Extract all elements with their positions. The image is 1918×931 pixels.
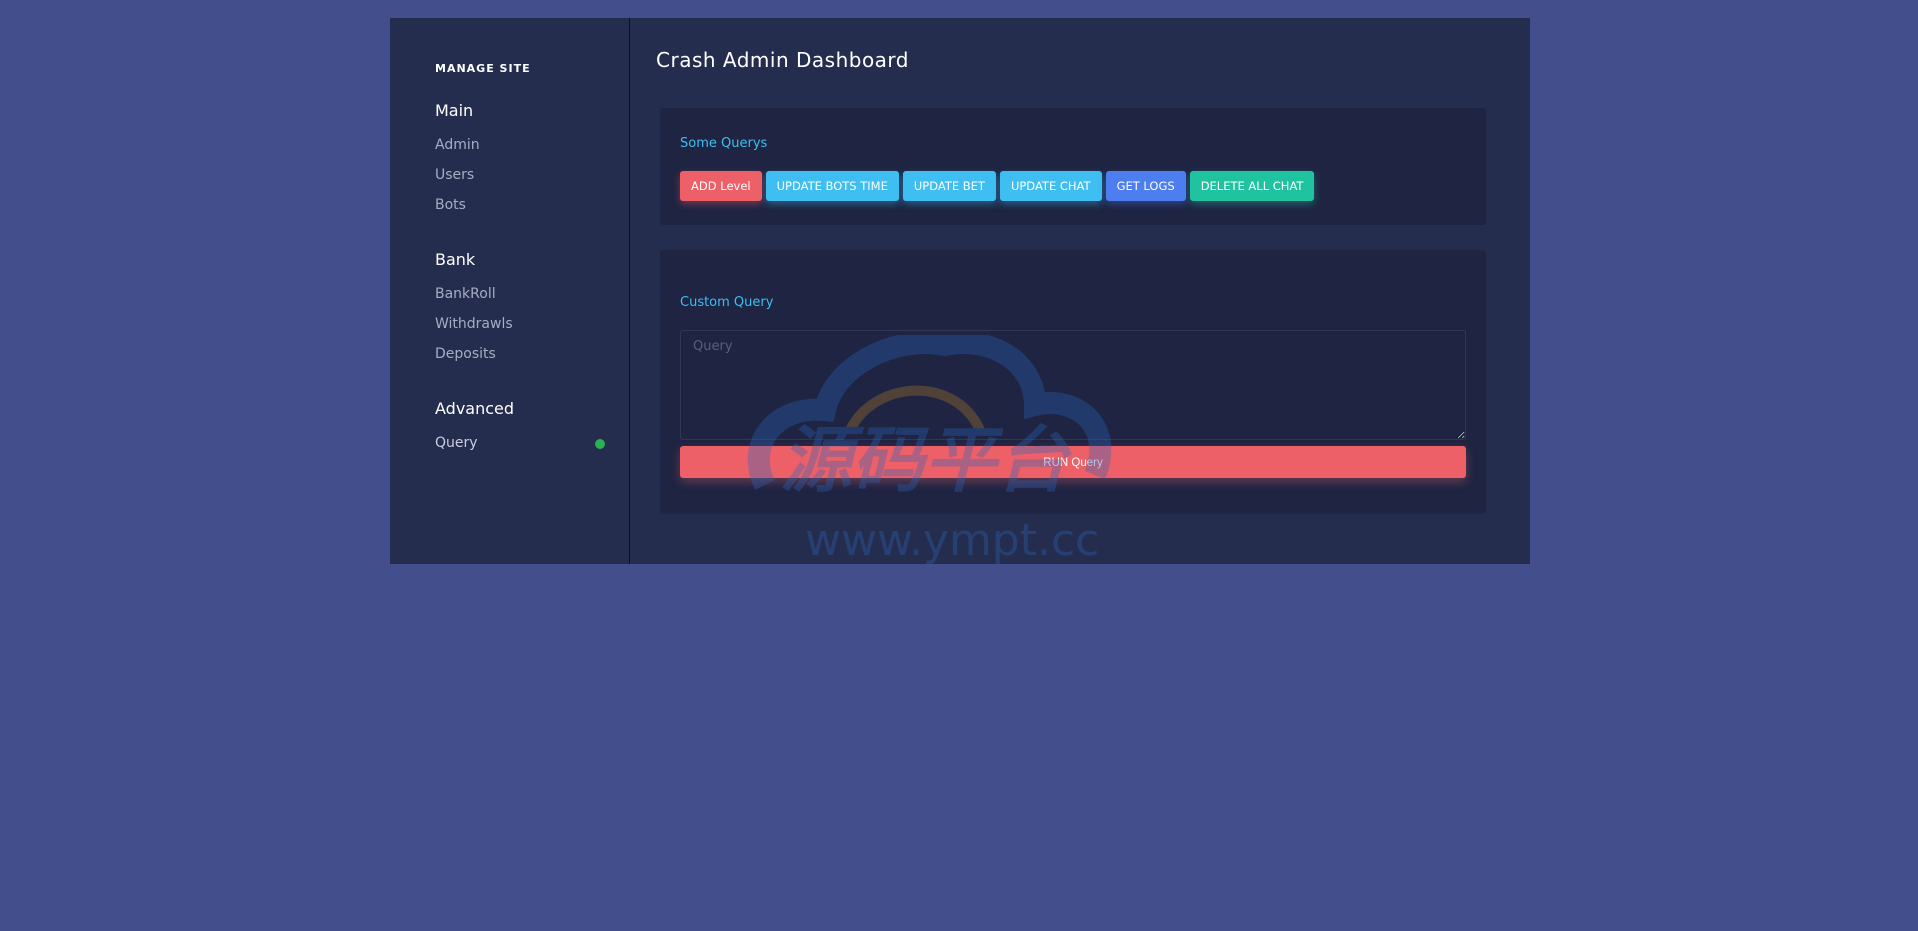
- page-title: Crash Admin Dashboard: [656, 48, 909, 72]
- get-logs-button[interactable]: GET LOGS: [1105, 171, 1186, 201]
- sidebar-item-bots[interactable]: Bots: [435, 190, 605, 220]
- nav-heading-advanced: Advanced: [435, 399, 515, 418]
- active-status-dot: [595, 439, 605, 449]
- sidebar-title: MANAGE SITE: [435, 62, 531, 75]
- nav-group-main: Main Admin Users Bots: [435, 100, 605, 220]
- nav-group-advanced: Advanced Query: [435, 398, 605, 458]
- update-bet-button[interactable]: UPDATE BET: [902, 171, 996, 201]
- some-queries-label: Some Querys: [680, 136, 768, 151]
- run-query-button[interactable]: RUN Query: [680, 446, 1466, 478]
- main-content: Crash Admin Dashboard Some Querys ADD Le…: [630, 18, 1530, 564]
- sidebar-item-admin[interactable]: Admin: [435, 130, 605, 160]
- update-bots-time-button[interactable]: UPDATE BOTS TIME: [765, 171, 899, 201]
- add-level-button[interactable]: ADD Level: [680, 171, 762, 201]
- sidebar: MANAGE SITE Main Admin Users Bots Bank B…: [390, 18, 630, 564]
- nav-group-bank: Bank BankRoll Withdrawls Deposits: [435, 249, 605, 369]
- custom-query-card: Custom Query RUN Query: [660, 250, 1486, 514]
- delete-all-chat-button[interactable]: DELETE ALL CHAT: [1189, 171, 1315, 201]
- query-button-row: ADD Level UPDATE BOTS TIME UPDATE BET UP…: [680, 171, 1315, 201]
- sidebar-item-bankroll[interactable]: BankRoll: [435, 279, 605, 309]
- query-input[interactable]: [680, 330, 1466, 440]
- sidebar-item-deposits[interactable]: Deposits: [435, 339, 605, 369]
- admin-panel: MANAGE SITE Main Admin Users Bots Bank B…: [390, 18, 1530, 564]
- custom-query-label: Custom Query: [680, 295, 774, 310]
- sidebar-item-query[interactable]: Query: [435, 428, 605, 458]
- update-chat-button[interactable]: UPDATE CHAT: [999, 171, 1102, 201]
- sidebar-item-label: Query: [435, 435, 478, 451]
- nav-heading-main: Main: [435, 101, 474, 120]
- some-queries-card: Some Querys ADD Level UPDATE BOTS TIME U…: [660, 108, 1486, 225]
- sidebar-item-withdrawls[interactable]: Withdrawls: [435, 309, 605, 339]
- nav-heading-bank: Bank: [435, 250, 476, 269]
- sidebar-item-users[interactable]: Users: [435, 160, 605, 190]
